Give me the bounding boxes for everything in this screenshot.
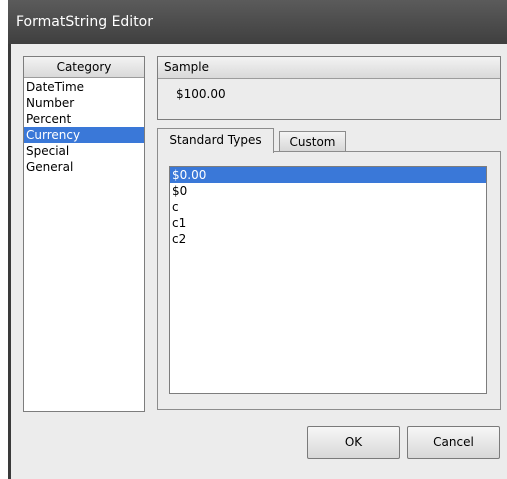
type-item-c2[interactable]: c2 <box>170 231 486 247</box>
window-border <box>8 44 11 479</box>
sample-header: Sample <box>158 57 500 79</box>
category-header: Category <box>24 57 144 78</box>
type-item-c[interactable]: c <box>170 199 486 215</box>
category-list[interactable]: Category DateTime Number Percent Currenc… <box>23 56 145 412</box>
category-items: DateTime Number Percent Currency Special… <box>24 78 144 175</box>
category-item-number[interactable]: Number <box>24 95 144 111</box>
category-item-general[interactable]: General <box>24 159 144 175</box>
tab-standard-types[interactable]: Standard Types <box>157 128 274 153</box>
cancel-button[interactable]: Cancel <box>407 426 500 459</box>
sample-value: $100.00 <box>176 87 226 101</box>
type-item-dollar-0[interactable]: $0 <box>170 183 486 199</box>
category-item-percent[interactable]: Percent <box>24 111 144 127</box>
category-item-currency[interactable]: Currency <box>24 127 144 143</box>
category-item-special[interactable]: Special <box>24 143 144 159</box>
type-item-c1[interactable]: c1 <box>170 215 486 231</box>
ok-button[interactable]: OK <box>307 426 400 459</box>
sample-panel: Sample $100.00 <box>157 56 501 120</box>
window-title: FormatString Editor <box>16 14 153 30</box>
title-bar[interactable]: FormatString Editor <box>8 0 507 44</box>
type-item-dollar-0-00[interactable]: $0.00 <box>170 167 486 183</box>
standard-types-panel: $0.00 $0 c c1 c2 <box>157 151 501 410</box>
tab-custom[interactable]: Custom <box>279 131 346 152</box>
category-item-datetime[interactable]: DateTime <box>24 79 144 95</box>
format-string-editor-dialog: FormatString Editor Category DateTime Nu… <box>8 0 507 479</box>
standard-types-list[interactable]: $0.00 $0 c c1 c2 <box>169 166 487 394</box>
